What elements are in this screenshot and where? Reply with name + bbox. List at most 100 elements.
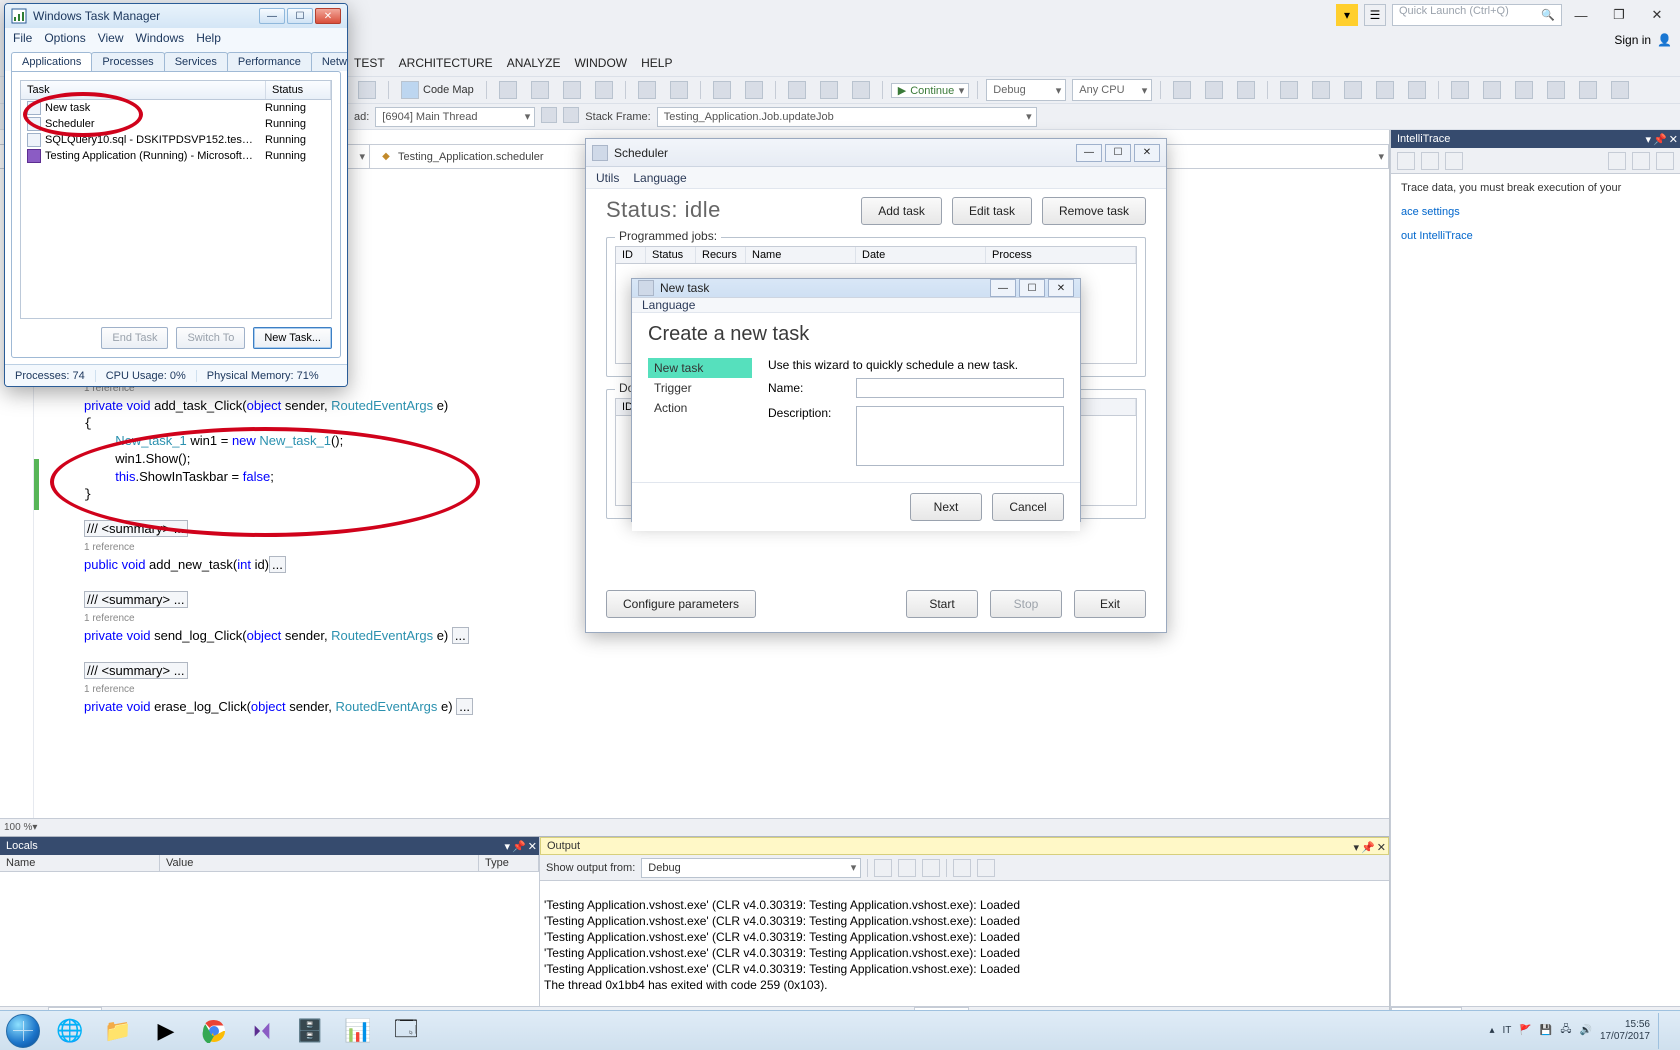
notification-flag-icon[interactable]: ▾: [1336, 4, 1358, 26]
toolbar-icon-3[interactable]: [1233, 79, 1259, 101]
new-task-menu-language[interactable]: Language: [642, 298, 695, 312]
application-row[interactable]: New taskRunning: [21, 100, 331, 116]
end-task-button[interactable]: End Task: [101, 327, 168, 349]
panel-close-icon[interactable]: ✕: [1377, 841, 1386, 854]
locals-col-type[interactable]: Type: [479, 855, 539, 871]
windows-taskbar[interactable]: 🌐 📁 ▶ 🗄️ 📊 🗔 ▴ IT 🚩 💾 🖧 🔊 15:56 17/07/20…: [0, 1010, 1680, 1050]
save-all-icon[interactable]: [741, 79, 767, 101]
it-icon-4[interactable]: [1608, 152, 1626, 170]
taskbar-vs-icon[interactable]: [238, 1011, 286, 1050]
stop-button[interactable]: Stop: [990, 590, 1062, 618]
panel-pin-icon[interactable]: 📌: [512, 840, 526, 853]
tm-menu-view[interactable]: View: [98, 31, 124, 45]
continue-button[interactable]: Continue: [891, 83, 970, 98]
menu-window[interactable]: WINDOW: [574, 56, 627, 70]
taskbar-media-icon[interactable]: ▶: [142, 1011, 190, 1050]
window-close-button[interactable]: ✕: [315, 8, 341, 24]
scheduler-menu-language[interactable]: Language: [633, 171, 686, 185]
taskbar-chrome-icon[interactable]: [190, 1011, 238, 1050]
new-task-menu[interactable]: Language: [632, 298, 1080, 313]
tray-clock[interactable]: 15:56 17/07/2017: [1600, 1019, 1650, 1043]
pause-icon[interactable]: [784, 79, 810, 101]
col-name[interactable]: Name: [746, 247, 856, 263]
intellitrace-settings-link[interactable]: ace settings: [1401, 206, 1670, 218]
window-close-button[interactable]: ✕: [1048, 279, 1074, 297]
step-action[interactable]: Action: [648, 398, 752, 418]
panel-pin-icon[interactable]: 📌: [1361, 841, 1375, 854]
configure-parameters-button[interactable]: Configure parameters: [606, 590, 756, 618]
tray-show-hidden-icon[interactable]: ▴: [1490, 1025, 1495, 1036]
user-avatar-icon[interactable]: 👤: [1657, 33, 1672, 47]
panel-dropdown-icon[interactable]: ▾: [505, 840, 511, 853]
intellitrace-title[interactable]: IntelliTrace ▾📌✕: [1391, 130, 1680, 148]
show-desktop-button[interactable]: [1658, 1013, 1668, 1049]
col-status[interactable]: Status: [266, 81, 331, 99]
name-input[interactable]: [856, 378, 1064, 398]
window-close-button[interactable]: ✕: [1638, 2, 1676, 28]
toolbar-icon-7[interactable]: [1372, 79, 1398, 101]
config-platform-combo[interactable]: Any CPU: [1072, 79, 1152, 101]
application-row[interactable]: Testing Application (Running) - Microsof…: [21, 148, 331, 164]
panel-close-icon[interactable]: ✕: [1669, 133, 1678, 146]
redo-icon[interactable]: [666, 79, 692, 101]
start-button[interactable]: [0, 1011, 46, 1050]
new-task-button[interactable]: New Task...: [253, 327, 332, 349]
task-manager-menu[interactable]: File Options View Windows Help: [5, 28, 347, 48]
menu-help[interactable]: HELP: [641, 56, 672, 70]
tb2-list-icon[interactable]: [563, 107, 579, 126]
toolbar-icon-6[interactable]: [1340, 79, 1366, 101]
output-clear-icon[interactable]: [874, 859, 892, 877]
tab-performance[interactable]: Performance: [227, 52, 312, 71]
tm-menu-file[interactable]: File: [13, 31, 32, 45]
output-source-combo[interactable]: Debug: [641, 858, 861, 878]
panel-close-icon[interactable]: ✕: [528, 840, 537, 853]
output-title[interactable]: Output: [547, 840, 580, 852]
step-trigger[interactable]: Trigger: [648, 378, 752, 398]
tab-networking[interactable]: Networking: [311, 52, 348, 71]
tb2-thread-icon[interactable]: [541, 107, 557, 126]
tab-applications[interactable]: Applications: [11, 52, 92, 71]
locals-title[interactable]: Locals ▾📌✕: [0, 837, 539, 855]
window-minimize-button[interactable]: —: [1562, 2, 1600, 28]
tray-network-icon[interactable]: 🖧: [1560, 1022, 1571, 1039]
exit-button[interactable]: Exit: [1074, 590, 1146, 618]
toolbar-icon-12[interactable]: [1543, 79, 1569, 101]
tray-flag-icon[interactable]: 🚩: [1519, 1025, 1531, 1036]
remove-task-button[interactable]: Remove task: [1042, 197, 1146, 225]
col-recurs[interactable]: Recurs: [696, 247, 746, 263]
quick-launch-input[interactable]: Quick Launch (Ctrl+Q): [1392, 4, 1562, 26]
window-maximize-button[interactable]: ☐: [287, 8, 313, 24]
application-row[interactable]: SchedulerRunning: [21, 116, 331, 132]
it-icon-1[interactable]: [1397, 152, 1415, 170]
cancel-button[interactable]: Cancel: [992, 493, 1064, 521]
thread-combo[interactable]: [6904] Main Thread: [375, 107, 535, 127]
locals-col-value[interactable]: Value: [160, 855, 479, 871]
window-minimize-button[interactable]: —: [990, 279, 1016, 297]
tm-menu-windows[interactable]: Windows: [136, 31, 185, 45]
toolbar-icon-8[interactable]: [1404, 79, 1430, 101]
output-list-icon[interactable]: [977, 859, 995, 877]
col-id[interactable]: ID: [616, 247, 646, 263]
codemap-button[interactable]: Code Map: [397, 81, 478, 99]
step-out-icon[interactable]: [591, 79, 617, 101]
toolbar-icon-9[interactable]: [1447, 79, 1473, 101]
menu-test[interactable]: TEST: [354, 56, 385, 70]
stackframe-combo[interactable]: Testing_Application.Job.updateJob: [657, 107, 1037, 127]
toolbar-icon-10[interactable]: [1479, 79, 1505, 101]
add-task-button[interactable]: Add task: [861, 197, 942, 225]
system-tray[interactable]: ▴ IT 🚩 💾 🖧 🔊 15:56 17/07/2017: [1490, 1013, 1675, 1049]
sign-in-link[interactable]: Sign in: [1614, 33, 1651, 47]
col-task[interactable]: Task: [21, 81, 266, 99]
step-over-icon[interactable]: [559, 79, 585, 101]
panel-pin-icon[interactable]: 📌: [1653, 133, 1667, 146]
tray-drive-icon[interactable]: 💾: [1540, 1025, 1552, 1036]
undo-icon[interactable]: [634, 79, 660, 101]
menu-analyze[interactable]: ANALYZE: [507, 56, 561, 70]
toolbar-icon-2[interactable]: [1201, 79, 1227, 101]
description-input[interactable]: [856, 406, 1064, 466]
taskbar-app-icon[interactable]: 🗔: [382, 1011, 430, 1050]
window-maximize-button[interactable]: ☐: [1105, 144, 1131, 162]
application-row[interactable]: SQLQuery10.sql - DSKITPDSVP152.testing_a…: [21, 132, 331, 148]
col-date[interactable]: Date: [856, 247, 986, 263]
scheduler-titlebar[interactable]: Scheduler — ☐ ✕: [586, 139, 1166, 167]
